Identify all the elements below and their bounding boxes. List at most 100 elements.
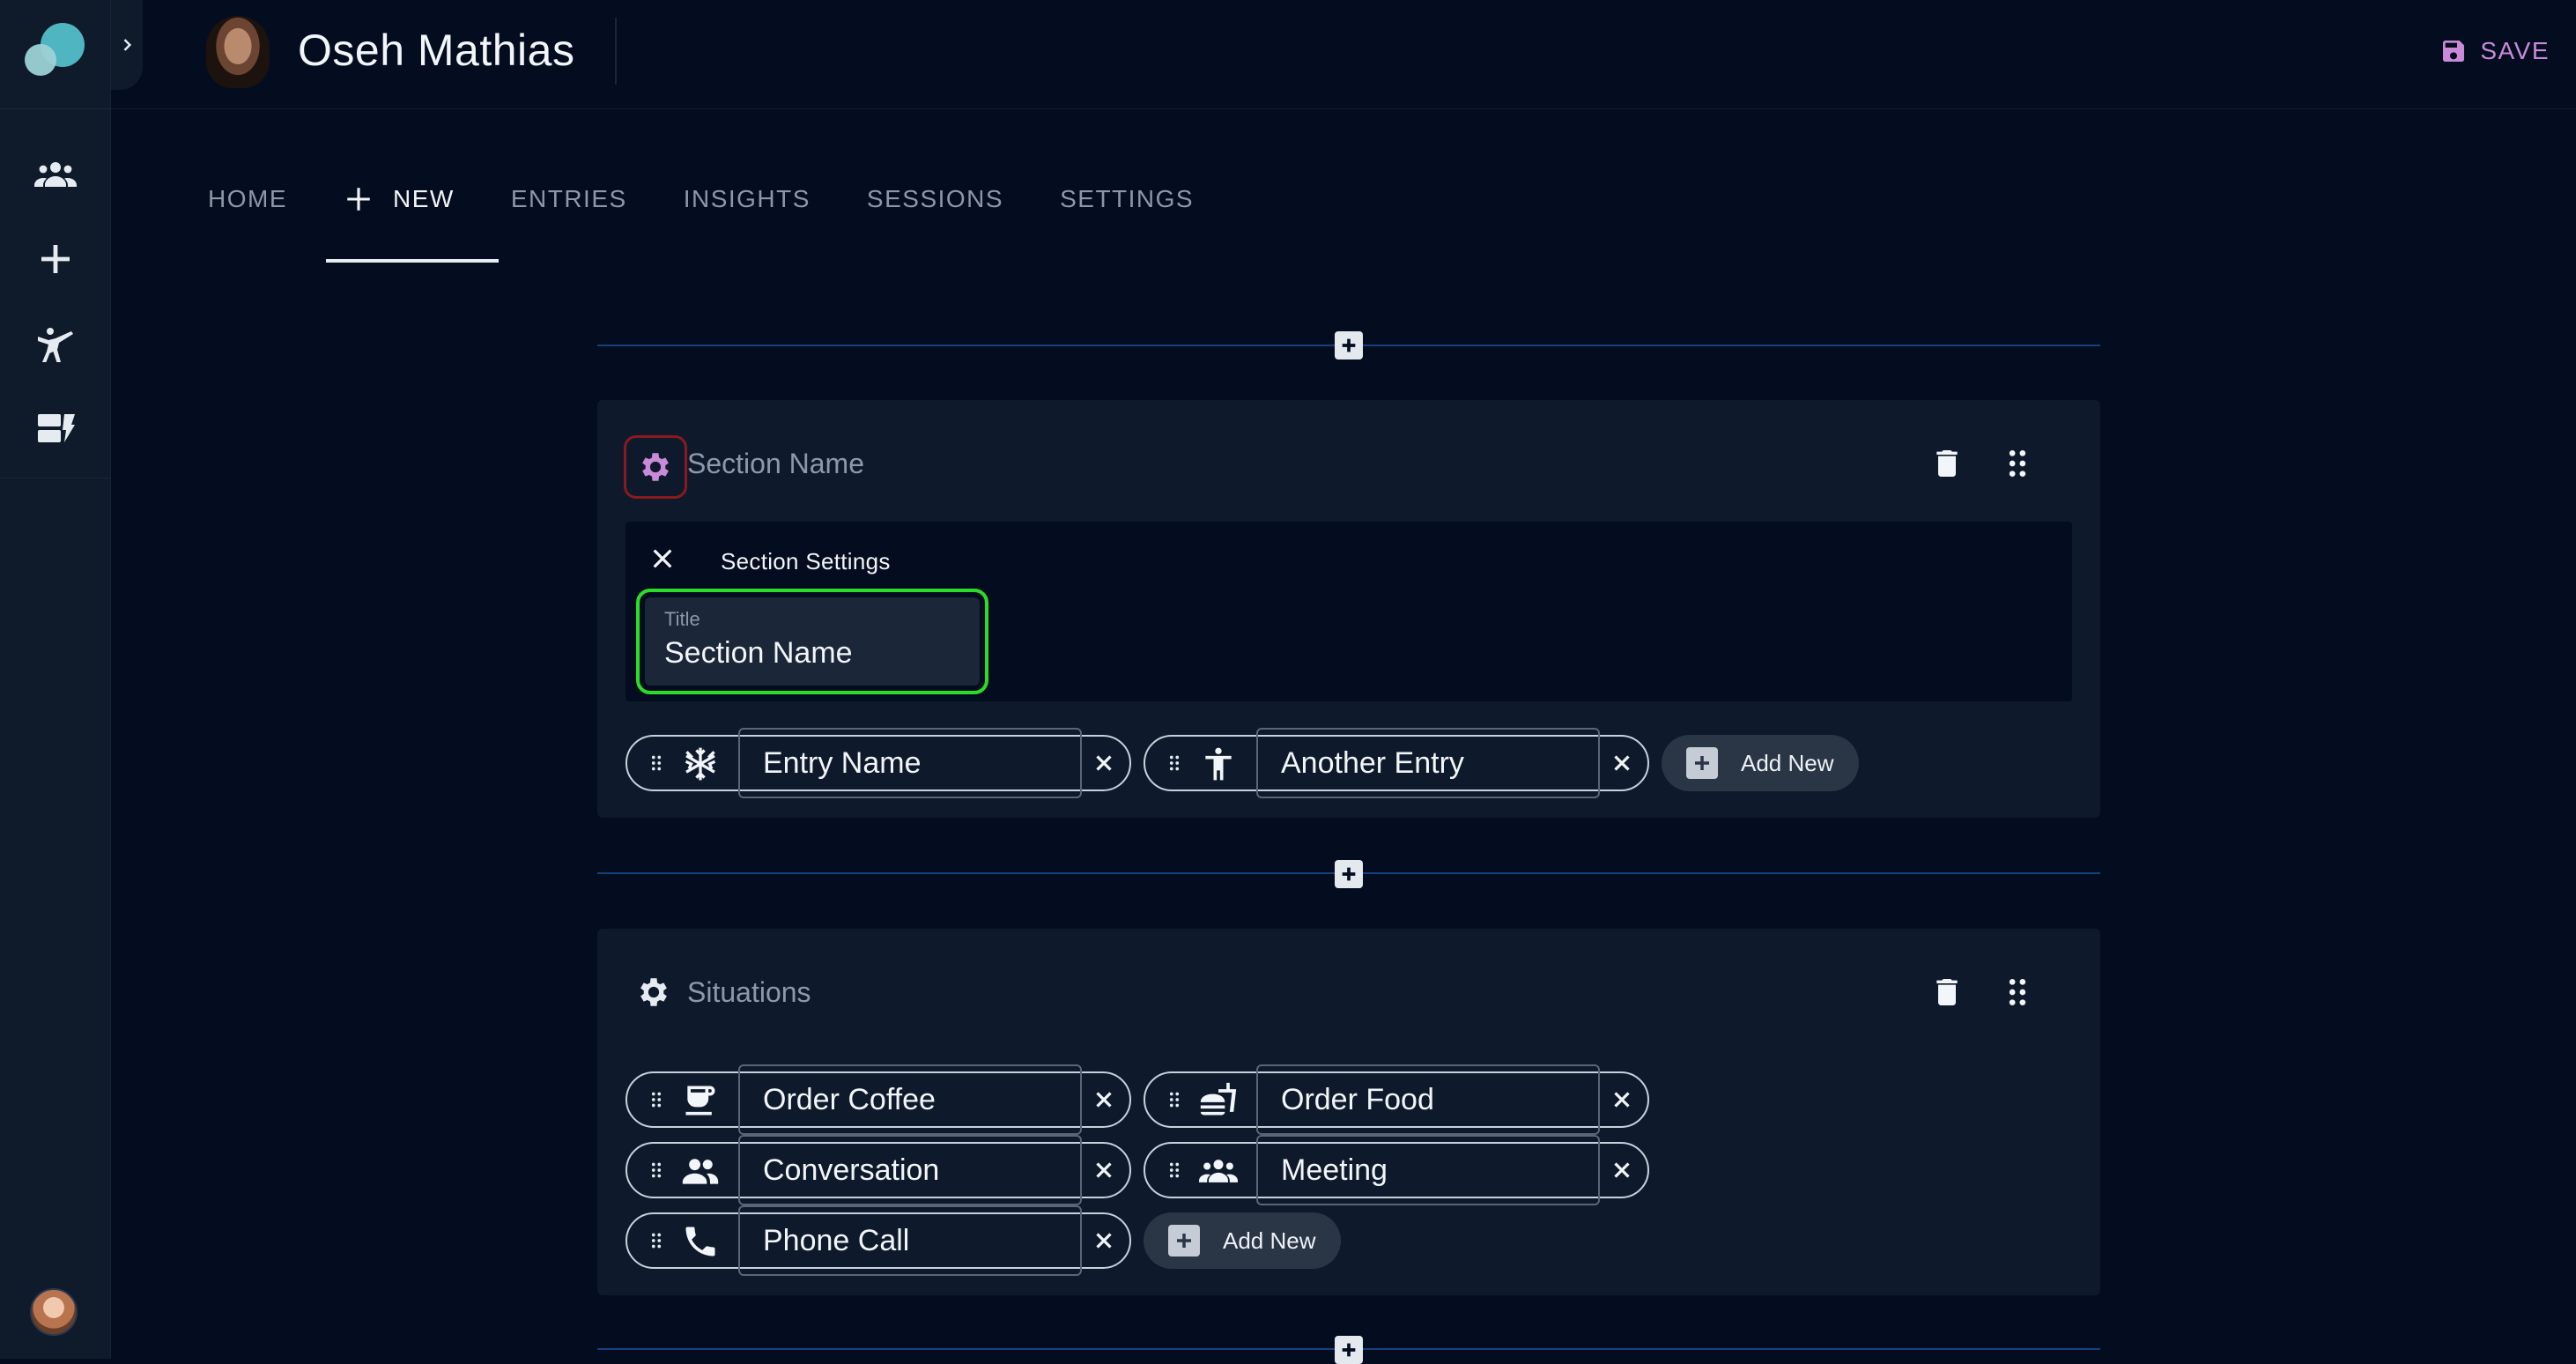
section-card: Situations Order Coffee Order Food Conve…	[597, 929, 2100, 1295]
tab-home[interactable]: HOME	[208, 173, 287, 226]
entry-name-input[interactable]: Order Food	[1256, 1064, 1600, 1135]
active-tab-indicator	[326, 259, 499, 263]
drag-handle[interactable]	[645, 1159, 668, 1182]
tab-settings[interactable]: SETTINGS	[1060, 173, 1194, 226]
plus-icon	[347, 188, 370, 211]
drag-section-handle[interactable]	[1996, 442, 2039, 485]
insert-section-button[interactable]	[1335, 860, 1363, 888]
entry-icon[interactable]	[1198, 1151, 1239, 1191]
drag-handle[interactable]	[1163, 752, 1186, 775]
drag-section-handle[interactable]	[1996, 971, 2039, 1013]
rail-nav	[0, 132, 111, 471]
drag-handle[interactable]	[645, 1088, 668, 1111]
close-icon	[1096, 755, 1112, 771]
remove-entry-button[interactable]	[1091, 1086, 1117, 1113]
entry-chip[interactable]: Phone Call	[625, 1205, 1131, 1276]
drag-indicator-icon	[651, 755, 662, 771]
rail-item-add[interactable]	[0, 217, 111, 301]
trash-icon	[1936, 450, 1958, 477]
accessibility-icon	[1205, 747, 1232, 781]
coffee-cup-icon	[685, 1086, 715, 1116]
plus-icon	[41, 245, 70, 273]
header-separator	[615, 18, 617, 85]
title-field-label: Title	[664, 608, 700, 630]
rail-item-groups[interactable]	[0, 132, 111, 217]
entry-name-input[interactable]: Order Coffee	[738, 1064, 1082, 1135]
delete-section-button[interactable]	[1926, 971, 1968, 1013]
drag-indicator-icon	[1169, 1092, 1180, 1108]
add-box-icon	[1686, 747, 1718, 779]
tab-new[interactable]: NEW	[344, 173, 455, 226]
tab-label: NEW	[393, 185, 455, 212]
user-avatar[interactable]	[30, 1288, 78, 1336]
entry-icon[interactable]	[1198, 744, 1239, 784]
section-settings-button[interactable]	[624, 435, 687, 499]
group-icon	[1199, 1160, 1238, 1182]
add-entry-button[interactable]: Add New	[1144, 1212, 1341, 1269]
entry-chip[interactable]: Conversation	[625, 1135, 1131, 1205]
groups-icon	[34, 162, 77, 187]
title-input[interactable]: Title Section Name	[645, 597, 980, 686]
save-label: SAVE	[2480, 37, 2550, 64]
drag-handle[interactable]	[645, 752, 668, 775]
title-field-value[interactable]: Section Name	[664, 636, 853, 671]
remove-entry-button[interactable]	[1609, 1086, 1635, 1113]
entry-chip[interactable]: Entry Name	[625, 728, 1131, 798]
remove-entry-button[interactable]	[1091, 750, 1117, 776]
entry-icon[interactable]	[680, 1080, 721, 1121]
insert-section-button[interactable]	[1335, 331, 1363, 360]
drag-indicator-icon	[2009, 979, 2026, 1005]
close-icon	[1096, 1233, 1112, 1249]
settings-heading: Section Settings	[721, 548, 891, 575]
rail-item-dashboard[interactable]	[0, 386, 111, 471]
snowflake-icon	[685, 747, 716, 781]
entry-icon[interactable]	[680, 1221, 721, 1262]
entry-name-input[interactable]: Entry Name	[738, 728, 1082, 798]
close-icon	[1096, 1162, 1112, 1178]
martial-arts-icon	[38, 328, 73, 362]
title-field[interactable]: Title Section Name	[636, 589, 988, 694]
section-settings-button[interactable]	[634, 973, 673, 1012]
tab-sessions[interactable]: SESSIONS	[867, 173, 1003, 226]
trash-icon	[1936, 979, 1958, 1005]
entry-chip[interactable]: Another Entry	[1144, 728, 1649, 798]
section-title[interactable]: Situations	[687, 976, 811, 1009]
entry-icon[interactable]	[680, 744, 721, 784]
insert-section-button[interactable]	[1335, 1336, 1363, 1364]
close-icon	[1096, 1092, 1112, 1108]
entry-icon[interactable]	[1198, 1080, 1239, 1121]
entry-name-input[interactable]: Phone Call	[738, 1205, 1082, 1276]
section-title[interactable]: Section Name	[687, 448, 864, 480]
remove-entry-button[interactable]	[1609, 750, 1635, 776]
entry-chip[interactable]: Order Coffee	[625, 1064, 1131, 1135]
entry-name-input[interactable]: Conversation	[738, 1135, 1082, 1205]
rail-item-activities[interactable]	[0, 301, 111, 386]
drag-handle[interactable]	[1163, 1159, 1186, 1182]
app-logo[interactable]	[23, 21, 86, 79]
remove-entry-button[interactable]	[1091, 1157, 1117, 1183]
save-button[interactable]: SAVE	[2439, 32, 2550, 70]
remove-entry-button[interactable]	[1091, 1227, 1117, 1254]
delete-section-button[interactable]	[1926, 442, 1968, 485]
drag-handle[interactable]	[1163, 1088, 1186, 1111]
close-icon	[1614, 1092, 1630, 1108]
close-settings-button[interactable]	[648, 545, 678, 575]
add-box-icon	[1168, 1225, 1200, 1257]
section-card: Section Name Section Settings Title Sect…	[597, 400, 2100, 818]
drag-handle[interactable]	[645, 1229, 668, 1252]
entry-name-input[interactable]: Meeting	[1256, 1135, 1600, 1205]
rail-header	[0, 0, 111, 109]
remove-entry-button[interactable]	[1609, 1157, 1635, 1183]
tab-entries[interactable]: ENTRIES	[511, 173, 627, 226]
profile-name: Oseh Mathias	[298, 26, 575, 75]
tab-insights[interactable]: INSIGHTS	[684, 173, 811, 226]
entry-chip[interactable]: Meeting	[1144, 1135, 1649, 1205]
people-icon	[682, 1159, 719, 1184]
phone-icon	[685, 1227, 715, 1257]
entry-chip[interactable]: Order Food	[1144, 1064, 1649, 1135]
entry-icon[interactable]	[680, 1151, 721, 1191]
close-icon	[653, 549, 672, 568]
drag-indicator-icon	[651, 1233, 662, 1249]
entry-name-input[interactable]: Another Entry	[1256, 728, 1600, 798]
add-entry-button[interactable]: Add New	[1662, 735, 1859, 791]
